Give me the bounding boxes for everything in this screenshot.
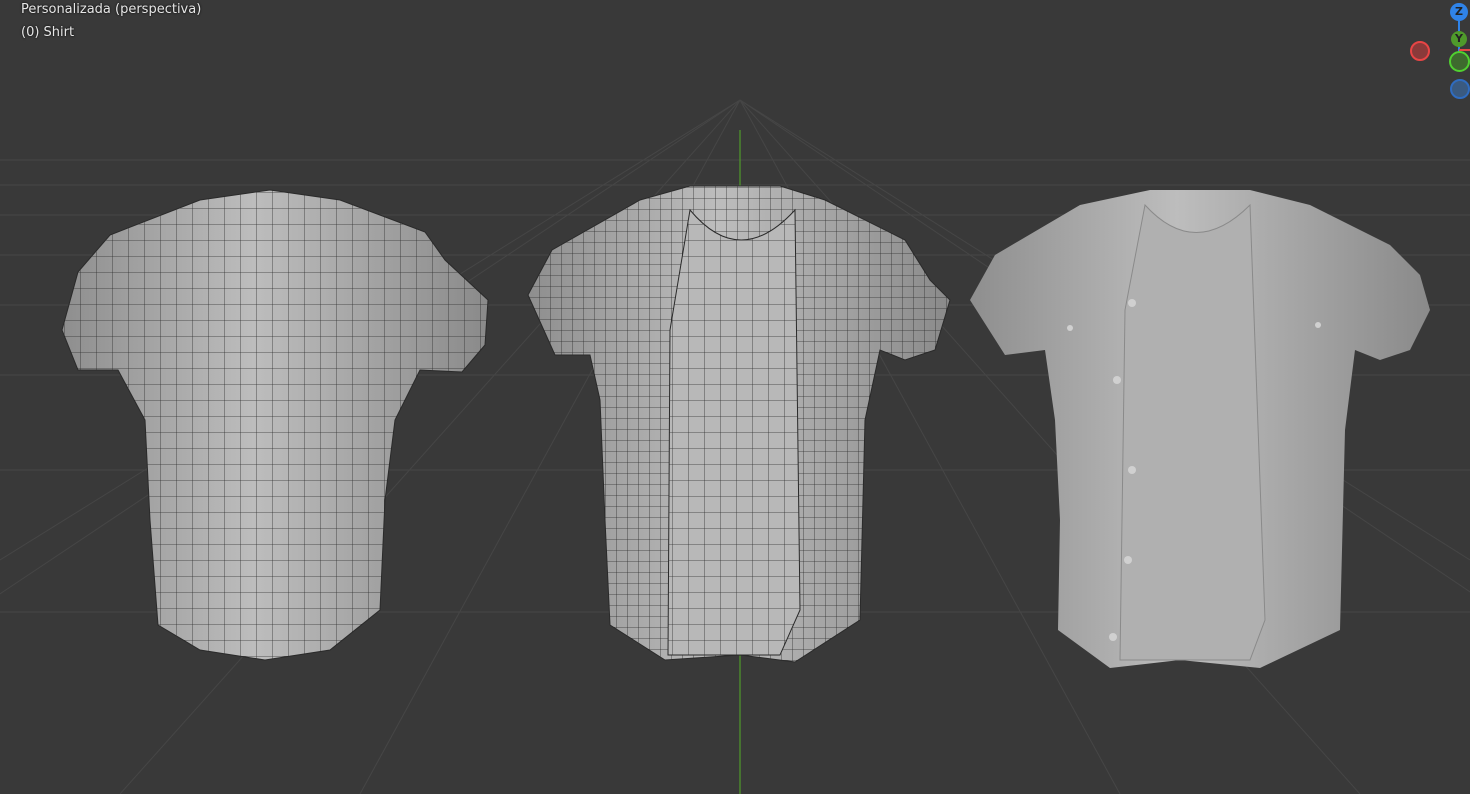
view-name-label: Personalizada (perspectiva) bbox=[21, 2, 202, 17]
shirt-back-wireframe[interactable] bbox=[61, 189, 489, 661]
y-axis-negative-button[interactable] bbox=[1449, 51, 1470, 72]
y-axis-button[interactable]: Y bbox=[1451, 31, 1467, 47]
shirt-front-solid[interactable] bbox=[970, 190, 1430, 668]
active-object-label: (0) Shirt bbox=[21, 25, 75, 40]
z-axis-button[interactable]: Z bbox=[1450, 3, 1468, 21]
shirt-front-wireframe[interactable] bbox=[527, 185, 951, 663]
3d-viewport[interactable] bbox=[0, 0, 1470, 794]
navigation-gizmo[interactable]: Z Y bbox=[1400, 0, 1470, 110]
z-axis-negative-button[interactable] bbox=[1450, 79, 1470, 99]
x-axis-negative-button[interactable] bbox=[1410, 41, 1430, 61]
